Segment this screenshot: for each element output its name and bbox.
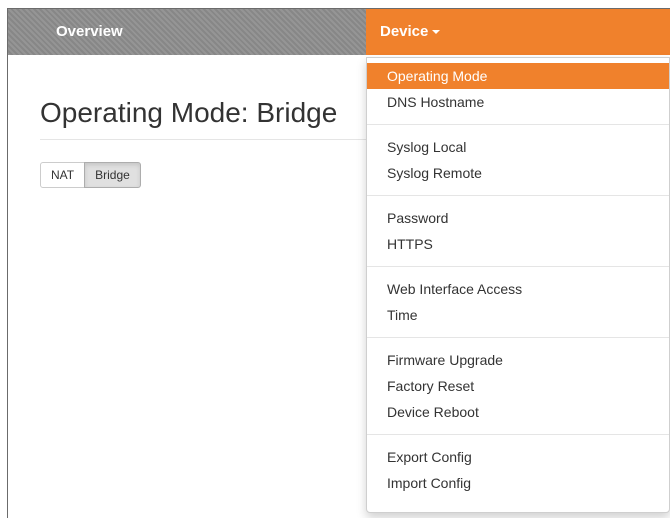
menu-divider	[367, 195, 669, 196]
mode-nat-button[interactable]: NAT	[40, 162, 86, 188]
title-divider	[40, 139, 370, 140]
menu-item-dns-hostname[interactable]: DNS Hostname	[367, 89, 669, 115]
nav-overview-link[interactable]: Overview	[56, 9, 123, 55]
menu-item-web-interface-access[interactable]: Web Interface Access	[367, 276, 669, 302]
menu-item-syslog-local[interactable]: Syslog Local	[367, 134, 669, 160]
menu-divider	[367, 337, 669, 338]
menu-item-firmware-upgrade[interactable]: Firmware Upgrade	[367, 347, 669, 373]
menu-item-export-config[interactable]: Export Config	[367, 444, 669, 470]
nav-device-dropdown-toggle[interactable]: Device	[366, 9, 670, 55]
menu-item-import-config[interactable]: Import Config	[367, 470, 669, 496]
operating-mode-toggle: NAT Bridge	[40, 162, 141, 188]
menu-item-password[interactable]: Password	[367, 205, 669, 231]
menu-divider	[367, 124, 669, 125]
caret-down-icon	[432, 30, 441, 35]
menu-item-device-reboot[interactable]: Device Reboot	[367, 399, 669, 425]
device-dropdown-menu: Operating Mode DNS Hostname Syslog Local…	[366, 57, 670, 513]
browser-viewport: Overview Device Operating Mode: Bridge N…	[7, 8, 670, 518]
mode-bridge-button[interactable]: Bridge	[84, 162, 141, 188]
menu-divider	[367, 266, 669, 267]
menu-item-https[interactable]: HTTPS	[367, 231, 669, 257]
top-navbar: Overview Device	[8, 9, 670, 55]
nav-device-label: Device	[380, 23, 429, 40]
menu-item-factory-reset[interactable]: Factory Reset	[367, 373, 669, 399]
page-title: Operating Mode: Bridge	[40, 97, 338, 128]
menu-item-operating-mode[interactable]: Operating Mode	[367, 63, 669, 89]
menu-item-time[interactable]: Time	[367, 302, 669, 328]
menu-item-syslog-remote[interactable]: Syslog Remote	[367, 160, 669, 186]
menu-divider	[367, 434, 669, 435]
